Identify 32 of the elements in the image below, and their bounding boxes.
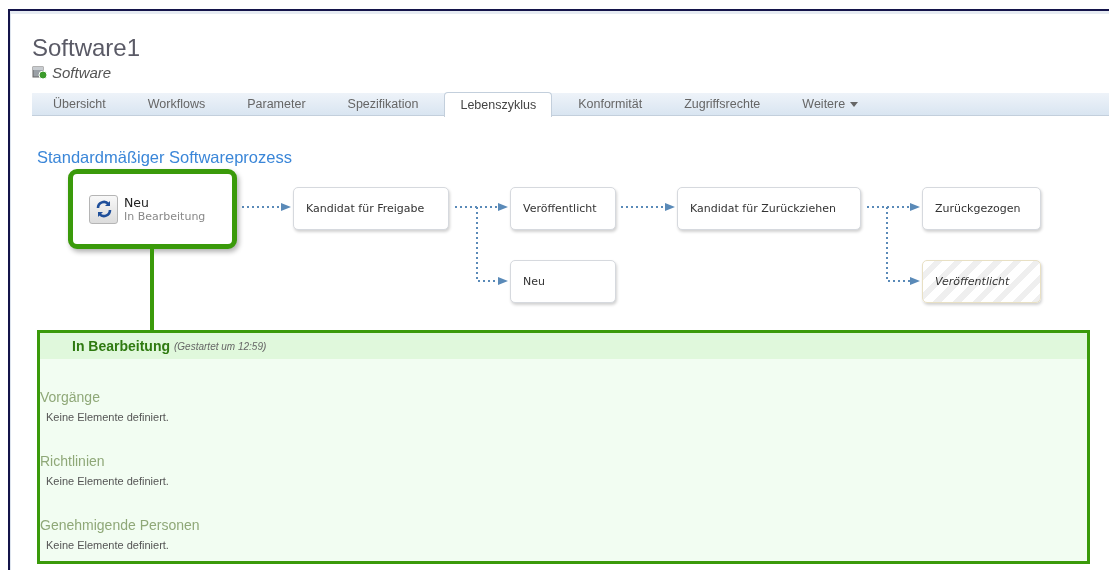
empty-message: Keine Elemente definiert. [46,539,169,551]
transition-arrow [241,203,291,211]
start-time-note: (Gestartet um 12:59) [174,340,267,352]
state-node[interactable]: Veröffentlicht [510,187,616,230]
empty-message: Keine Elemente definiert. [46,411,169,423]
software-package-icon [32,65,48,80]
empty-message: Keine Elemente definiert. [46,475,169,487]
state-node[interactable]: Zurückgezogen [922,187,1041,230]
tab[interactable]: Zugriffsrechte [663,92,782,115]
section-heading: Genehmigende Personen [40,517,200,533]
current-state-node[interactable]: Neu In Bearbeitung [68,169,237,249]
process-title: Standardmäßiger Softwareprozess [37,148,292,167]
tab[interactable]: Lebenszyklus [444,92,553,117]
tab[interactable]: Konformität [557,92,664,115]
caret-icon [850,101,859,107]
panel-title: In Bearbeitung [72,338,170,354]
page-title: Software1 [32,34,141,62]
refresh-icon[interactable] [89,194,118,224]
state-node[interactable]: Kandidat für Freigabe [293,187,449,230]
tab[interactable]: Weitere [781,92,880,115]
section-heading: Richtlinien [40,453,105,469]
section-heading: Vorgänge [40,389,100,405]
state-name: Neu [124,195,149,210]
page-subtitle: Software [52,64,112,81]
tab[interactable]: Spezifikation [326,92,440,115]
tab[interactable]: Workflows [126,92,227,115]
state-node[interactable]: Neu [510,260,616,303]
state-status: In Bearbeitung [124,210,206,223]
tab[interactable]: Parameter [226,92,327,115]
transition-arrow [620,203,675,211]
tab[interactable]: Übersicht [32,92,127,115]
state-node[interactable]: Kandidat für Zurückziehen [677,187,861,230]
